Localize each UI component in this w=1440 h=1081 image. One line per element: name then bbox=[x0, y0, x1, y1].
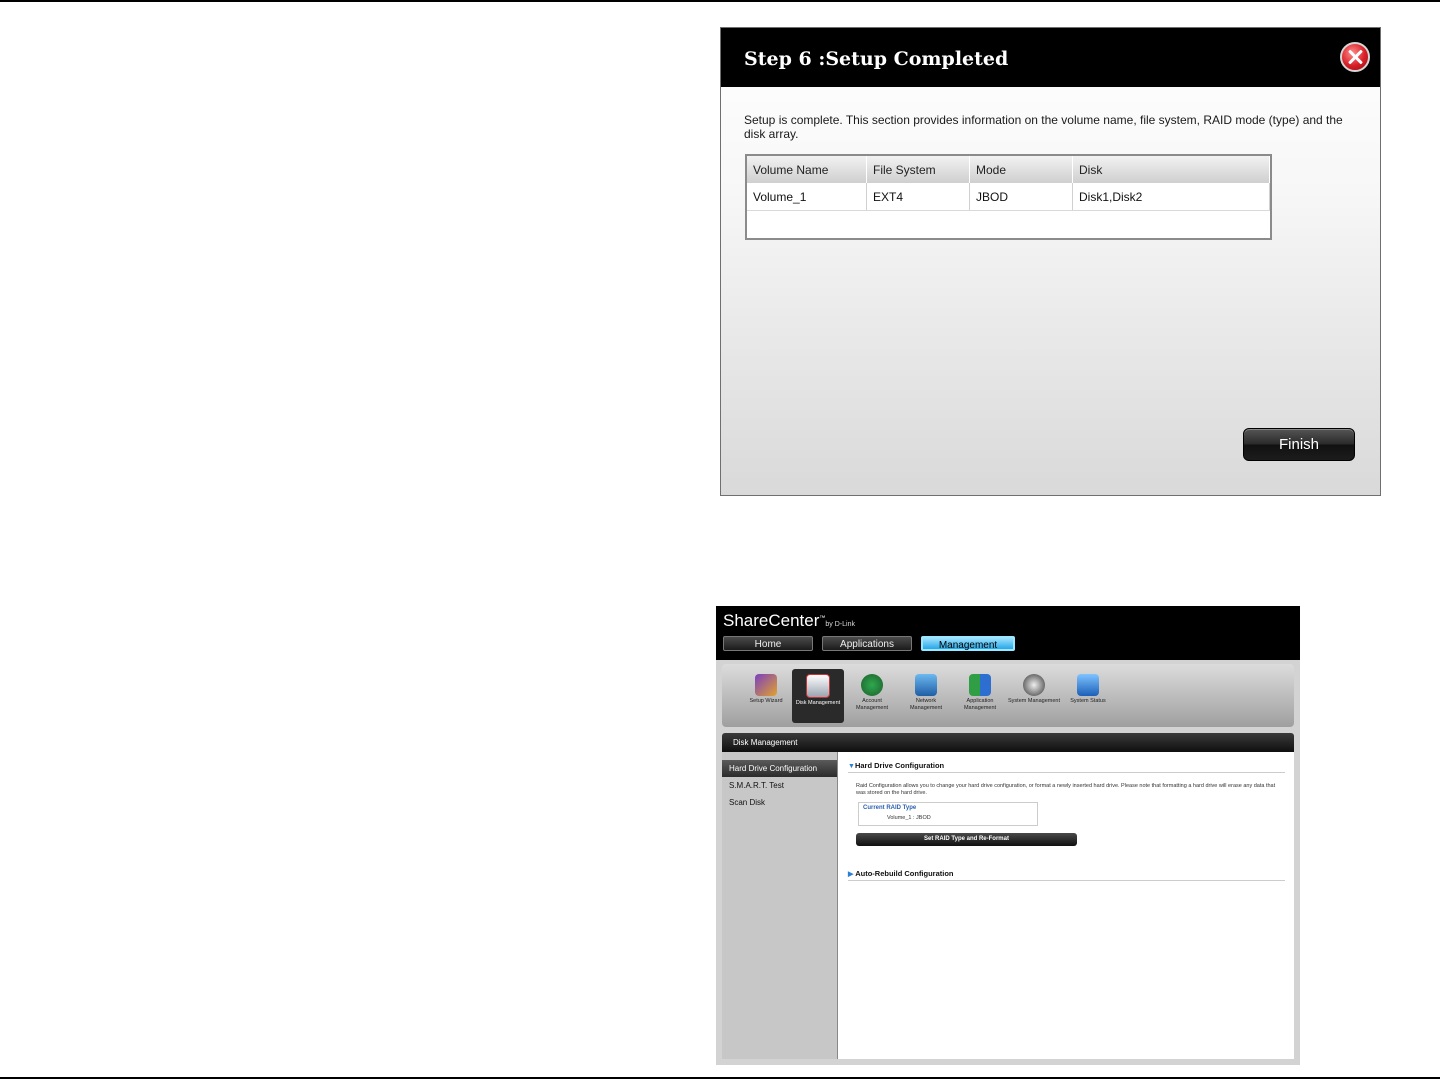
toolbar-label: Setup Wizard bbox=[749, 698, 783, 704]
wizard-icon bbox=[755, 674, 777, 696]
system-management-button[interactable]: System Management bbox=[1008, 669, 1060, 723]
disk-icon bbox=[806, 674, 830, 698]
toolbar-label: Network Management bbox=[909, 698, 943, 711]
bottom-rule bbox=[0, 1077, 1440, 1079]
section-auto-rebuild[interactable]: ▶ Auto-Rebuild Configuration bbox=[848, 869, 1285, 881]
side-item-hard-drive-configuration[interactable]: Hard Drive Configuration bbox=[722, 760, 837, 777]
panel-header: Disk Management bbox=[722, 733, 1294, 752]
application-management-button[interactable]: Application Management bbox=[954, 669, 1006, 723]
tab-applications[interactable]: Applications bbox=[822, 636, 912, 651]
column-header-file-system: File System bbox=[866, 156, 970, 183]
logo-by: by D-Link bbox=[825, 621, 855, 628]
section-title: Hard Drive Configuration bbox=[854, 761, 945, 770]
toolbar-label: Disk Management bbox=[795, 700, 841, 706]
cell-disk: Disk1,Disk2 bbox=[1072, 183, 1270, 211]
collapsed-triangle-icon: ▶ bbox=[848, 871, 854, 878]
tab-management[interactable]: Management bbox=[921, 636, 1015, 651]
volume-table: Volume Name File System Mode Disk Volume… bbox=[745, 154, 1272, 240]
sharecenter-body: Setup Wizard Disk Management Account Man… bbox=[716, 660, 1300, 1065]
setup-wizard-button[interactable]: Setup Wizard bbox=[740, 669, 792, 723]
section-hard-drive-configuration[interactable]: ▼Hard Drive Configuration bbox=[848, 761, 1285, 773]
dialog-title-bar: Step 6 :Setup Completed bbox=[721, 28, 1380, 87]
content-area: ▼Hard Drive Configuration Raid Configura… bbox=[838, 752, 1294, 1059]
set-raid-button[interactable]: Set RAID Type and Re-Format bbox=[856, 833, 1077, 846]
raid-type-label: Current RAID Type bbox=[863, 805, 917, 811]
management-toolbar: Setup Wizard Disk Management Account Man… bbox=[722, 664, 1294, 727]
column-header-disk: Disk bbox=[1072, 156, 1270, 183]
tab-home[interactable]: Home bbox=[723, 636, 813, 651]
toolbar-label: Account Management bbox=[855, 698, 889, 711]
side-item-scan-disk[interactable]: Scan Disk bbox=[722, 794, 837, 811]
raid-type-value: Volume_1 : JBOD bbox=[887, 815, 931, 821]
dialog-title: Step 6 :Setup Completed bbox=[744, 48, 1009, 70]
side-item-smart-test[interactable]: S.M.A.R.T. Test bbox=[722, 777, 837, 794]
side-menu: Hard Drive Configuration S.M.A.R.T. Test… bbox=[722, 752, 838, 1059]
toolbar-label: System Management bbox=[1008, 698, 1060, 704]
application-icon bbox=[969, 674, 991, 696]
section-description: Raid Configuration allows you to change … bbox=[856, 783, 1276, 796]
top-rule bbox=[0, 0, 1440, 2]
close-icon[interactable] bbox=[1340, 42, 1370, 72]
disk-management-button[interactable]: Disk Management bbox=[792, 669, 844, 723]
cell-file-system: EXT4 bbox=[866, 183, 970, 211]
dialog-description: Setup is complete. This section provides… bbox=[744, 113, 1343, 141]
sharecenter-window: ShareCenter™by D-Link Home Applications … bbox=[716, 606, 1300, 1065]
finish-button[interactable]: Finish bbox=[1243, 428, 1355, 461]
toolbar-label: System Status bbox=[1070, 698, 1106, 704]
toolbar-label: Application Management bbox=[963, 698, 997, 711]
account-management-button[interactable]: Account Management bbox=[846, 669, 898, 723]
info-icon bbox=[1077, 674, 1099, 696]
network-management-button[interactable]: Network Management bbox=[900, 669, 952, 723]
panel-title: Disk Management bbox=[733, 738, 798, 747]
column-header-volume-name: Volume Name bbox=[747, 156, 867, 183]
sharecenter-logo: ShareCenter™by D-Link bbox=[723, 611, 855, 631]
account-icon bbox=[861, 674, 883, 696]
system-icon bbox=[1023, 674, 1045, 696]
column-header-mode: Mode bbox=[969, 156, 1073, 183]
table-header-row: Volume Name File System Mode Disk bbox=[747, 156, 1270, 183]
system-status-button[interactable]: System Status bbox=[1062, 669, 1114, 723]
section-title: Auto-Rebuild Configuration bbox=[855, 869, 954, 878]
current-raid-box: Current RAID Type Volume_1 : JBOD bbox=[858, 802, 1038, 826]
setup-completed-dialog: Step 6 :Setup Completed Setup is complet… bbox=[720, 27, 1381, 496]
logo-text: ShareCenter bbox=[723, 611, 820, 630]
network-icon bbox=[915, 674, 937, 696]
cell-volume-name: Volume_1 bbox=[747, 183, 867, 211]
cell-mode: JBOD bbox=[969, 183, 1073, 211]
expanded-triangle-icon: ▼ bbox=[848, 763, 855, 770]
main-tabs: Home Applications Management bbox=[723, 636, 1015, 651]
table-row[interactable]: Volume_1 EXT4 JBOD Disk1,Disk2 bbox=[747, 183, 1270, 211]
